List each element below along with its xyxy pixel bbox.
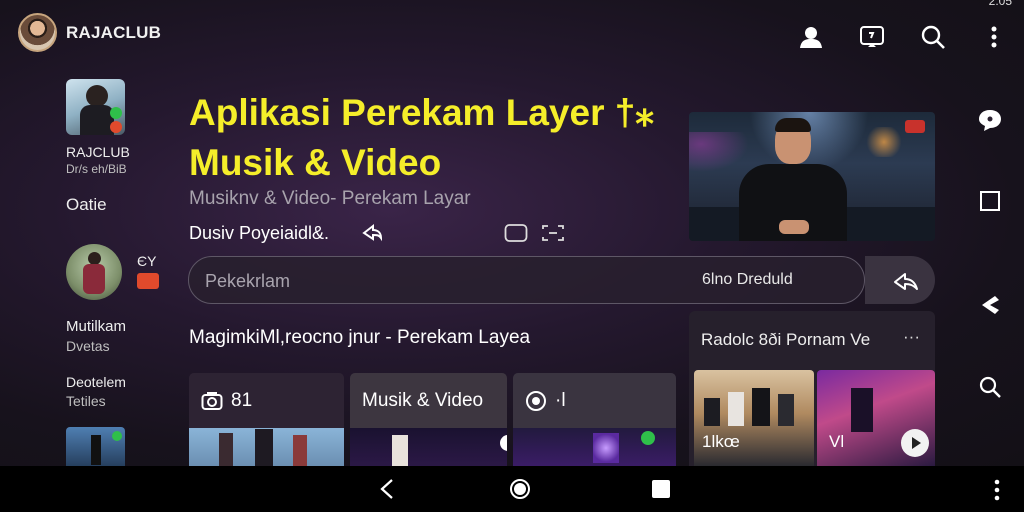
window-icon[interactable] <box>504 223 528 243</box>
search-right-label: 6lno Dreduld <box>702 271 793 288</box>
camera-icon <box>201 391 223 411</box>
page-subtitle: Musiknv & Video- Perekam Layar <box>189 188 471 209</box>
square-icon[interactable] <box>977 188 1003 214</box>
nav-recents-icon[interactable] <box>652 480 670 498</box>
video-card-3[interactable]: ·l <box>513 373 676 466</box>
profile-avatar[interactable] <box>18 13 57 52</box>
nav-back-icon[interactable] <box>376 478 398 500</box>
sidebar-avatar[interactable] <box>66 244 122 300</box>
sidebar-item-mutilkam-sub: Dvetas <box>66 338 110 354</box>
panel-title: Radolc 8ði Pornam Ve <box>701 330 871 349</box>
title-line-1: Aplikasi Perekam Layer <box>189 92 605 133</box>
nav-home-icon[interactable] <box>509 478 531 500</box>
related-panel: Radolc 8ði Pornam Ve ··· 1lkœ Vl <box>689 311 935 466</box>
status-time: 2:05 <box>988 0 1012 8</box>
chat-icon[interactable] <box>977 107 1003 133</box>
record-icon <box>525 390 547 412</box>
video-card-2[interactable]: Musik & Video <box>350 373 507 466</box>
search-icon[interactable] <box>920 24 946 50</box>
side-search-icon[interactable] <box>977 374 1003 400</box>
sidebar-thumb-channel[interactable] <box>66 79 125 135</box>
panel-more-button[interactable]: ··· <box>903 327 920 347</box>
sidebar-badge-text: ЄY <box>137 253 157 269</box>
card-1-label: 81 <box>231 389 253 411</box>
share-arrow-icon[interactable] <box>361 222 383 244</box>
panel-thumb-2-label: Vl <box>829 432 845 451</box>
profile-icon[interactable] <box>798 24 824 50</box>
title-suffix: †⁎ <box>614 92 654 133</box>
video-preview[interactable] <box>689 112 935 241</box>
sidebar-item-label[interactable]: Oatie <box>66 195 107 215</box>
search-input[interactable]: Pekekrlam <box>205 271 290 292</box>
system-nav-bar <box>0 466 1024 512</box>
panel-thumb-2[interactable]: Vl <box>817 370 935 466</box>
status-bar: 2:05 <box>0 0 1024 8</box>
page-title: Aplikasi Perekam Layer †⁎ Musik & Video <box>189 88 689 188</box>
cast-icon[interactable] <box>859 24 885 50</box>
search-bar[interactable]: Pekekrlam 6lno Dreduld <box>188 256 865 304</box>
sidebar-red-badge <box>137 273 159 289</box>
author-name[interactable]: Dusiv Poyeiaidl&. <box>189 223 329 244</box>
play-icon[interactable] <box>901 429 929 457</box>
sidebar-channel-sub: Dr/s eh/BiB <box>66 162 127 176</box>
card-2-label: Musik & Video <box>362 389 484 411</box>
title-line-2: Musik & Video <box>189 142 442 183</box>
slider-knob[interactable] <box>500 435 507 451</box>
sidebar-item-mutilkam[interactable]: Mutilkam <box>66 318 126 335</box>
more-vert-icon[interactable] <box>981 24 1007 50</box>
share-button[interactable] <box>865 256 935 304</box>
live-badge <box>905 120 925 133</box>
panel-thumb-1-label: 1lkœ <box>702 432 740 451</box>
back-chevron-icon[interactable] <box>977 292 1003 318</box>
panel-thumb-1[interactable]: 1lkœ <box>694 370 814 466</box>
video-card-1[interactable]: 81 <box>189 373 344 466</box>
nav-more-icon[interactable] <box>990 478 1004 502</box>
sidebar-item-deotelem[interactable]: Deotelem <box>66 374 126 390</box>
card-3-label: ·l <box>555 389 566 411</box>
fullscreen-icon[interactable] <box>541 223 565 243</box>
sidebar-channel-name[interactable]: RAJCLUB <box>66 144 130 160</box>
section-title: MagimkiMl,reocno jnur - Perekam Layea <box>189 327 531 348</box>
app-brand: RAJACLUB <box>66 23 162 42</box>
sidebar-item-deotelem-sub: Tetiles <box>66 393 106 409</box>
sidebar-thumb-bottom[interactable] <box>66 427 125 466</box>
